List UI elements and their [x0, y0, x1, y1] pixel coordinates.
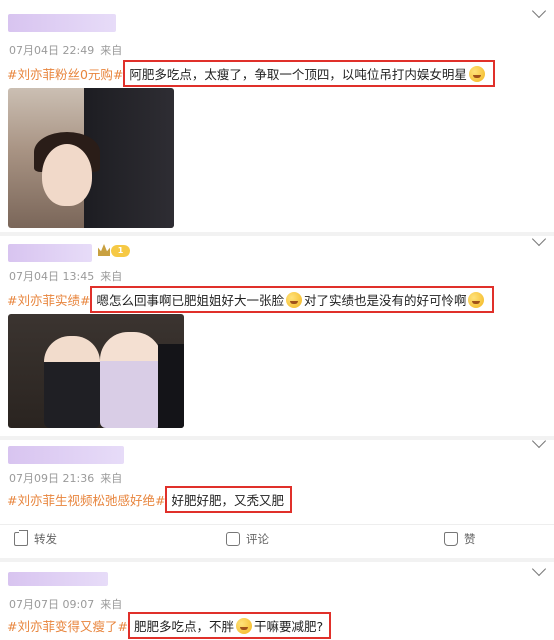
like-icon — [444, 532, 458, 546]
post-photo[interactable] — [8, 88, 174, 228]
post-4: 07月07日 09:07 来自 #刘亦菲变得又瘦了# 肥肥多吃点，不胖 干嘛要减肥? — [0, 561, 554, 640]
post-time: 07月04日 13:45 — [9, 270, 95, 283]
post-1: 07月04日 22:49 来自 #刘亦菲粉丝0元购# 阿肥多吃点，太瘦了，争取一个顶… — [0, 0, 554, 232]
topic-tag[interactable]: #刘亦菲生视频松弛感好绝# — [7, 493, 165, 508]
crown-level-icon: 1 — [98, 244, 130, 258]
emoji-icon — [468, 66, 485, 82]
post-source: 来自 — [100, 44, 123, 57]
comment-icon — [226, 532, 240, 546]
username-redacted[interactable] — [8, 572, 108, 586]
post-time: 07月04日 22:49 — [9, 44, 95, 57]
post-meta: 07月04日 22:49 来自 — [9, 42, 122, 58]
emoji-icon — [468, 292, 485, 308]
post-time: 07月07日 09:07 — [9, 598, 95, 611]
highlighted-comment: 阿肥多吃点，太瘦了，争取一个顶四，以吨位吊打内娱女明星 — [123, 60, 495, 87]
share-button[interactable]: 转发 — [14, 530, 57, 547]
post-3: 07月09日 21:36 来自 #刘亦菲生视频松弛感好绝# 好肥好肥，又秃又肥 转发… — [0, 433, 554, 558]
post-text: #刘亦菲粉丝0元购# 阿肥多吃点，太瘦了，争取一个顶四，以吨位吊打内娱女明星 — [7, 60, 495, 87]
username-redacted[interactable] — [8, 244, 92, 262]
post-text: #刘亦菲实绩# 嗯怎么回事啊已肥姐姐好大一张脸 对了实绩也是没有的好可怜啊 — [7, 286, 495, 313]
post-source: 来自 — [100, 472, 123, 485]
like-label: 赞 — [464, 532, 476, 546]
topic-tag[interactable]: #刘亦菲粉丝0元购# — [7, 67, 123, 82]
share-label: 转发 — [34, 532, 57, 546]
post-source: 来自 — [100, 270, 123, 283]
post-time: 07月09日 21:36 — [9, 472, 95, 485]
highlighted-comment: 好肥好肥，又秃又肥 — [165, 486, 292, 513]
topic-tag[interactable]: #刘亦菲实绩# — [7, 293, 90, 308]
post-text: #刘亦菲生视频松弛感好绝# 好肥好肥，又秃又肥 — [7, 486, 292, 513]
username-redacted[interactable] — [8, 14, 116, 32]
highlighted-comment: 肥肥多吃点，不胖 干嘛要减肥? — [127, 612, 332, 639]
chevron-down-icon[interactable] — [531, 433, 547, 449]
share-icon — [14, 530, 28, 546]
emoji-icon — [235, 618, 252, 634]
chevron-down-icon[interactable] — [531, 231, 547, 247]
highlighted-comment: 嗯怎么回事啊已肥姐姐好大一张脸 对了实绩也是没有的好可怜啊 — [90, 286, 495, 313]
like-button[interactable]: 赞 — [444, 531, 476, 547]
comment-button[interactable]: 评论 — [226, 531, 269, 547]
emoji-icon — [285, 292, 302, 308]
chevron-down-icon[interactable] — [531, 561, 547, 577]
post-meta: 07月09日 21:36 来自 — [9, 470, 122, 486]
post-meta: 07月07日 09:07 来自 — [9, 596, 122, 612]
username-redacted[interactable] — [8, 446, 124, 464]
comment-label: 评论 — [246, 532, 269, 546]
post-meta: 07月04日 13:45 来自 — [9, 268, 122, 284]
topic-tag[interactable]: #刘亦菲变得又瘦了# — [7, 619, 128, 634]
chevron-down-icon[interactable] — [531, 3, 547, 19]
post-actions: 转发 评论 赞 — [0, 524, 554, 554]
post-source: 来自 — [100, 598, 123, 611]
post-photo[interactable] — [8, 314, 184, 428]
post-text: #刘亦菲变得又瘦了# 肥肥多吃点，不胖 干嘛要减肥? — [7, 612, 332, 639]
post-2: 1 07月04日 13:45 来自 #刘亦菲实绩# 嗯怎么回事啊已肥姐姐好大一张脸对… — [0, 231, 554, 436]
